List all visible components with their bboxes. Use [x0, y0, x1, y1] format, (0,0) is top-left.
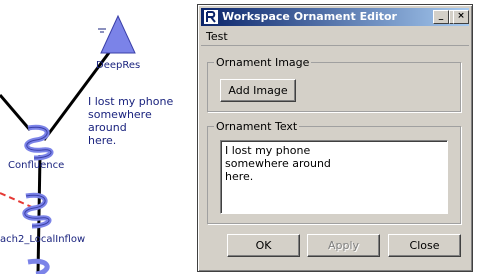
apply-button[interactable]: Apply	[307, 234, 380, 257]
ornament-image-legend: Ornament Image	[214, 56, 312, 69]
spiral-confluence-icon[interactable]	[24, 124, 54, 161]
close-button[interactable]: Close	[388, 234, 461, 257]
menu-test[interactable]: Test	[206, 30, 228, 43]
ornament-image-group: Ornament Image Add Image	[207, 56, 461, 112]
ornament-line: somewhere around	[88, 108, 152, 134]
close-icon[interactable]: ×	[453, 10, 469, 24]
dialog-title: Workspace Ornament Editor	[222, 10, 397, 23]
dialog-titlebar[interactable]: Workspace Ornament Editor _ □	[201, 8, 469, 26]
text-field-line: I lost my phone	[225, 144, 311, 157]
link-confluence-south[interactable]	[36, 154, 42, 274]
ornament-line: here.	[88, 134, 117, 147]
link-west-confluence[interactable]	[0, 94, 32, 131]
text-field-line: here.	[225, 170, 254, 183]
triangle-reservoir-icon[interactable]	[98, 14, 136, 54]
menu-bar: Test	[201, 28, 469, 46]
node-label-deepres: DeepRes	[96, 60, 141, 71]
ornament-text-field[interactable]: I lost my phone somewhere around here.	[220, 140, 448, 214]
app-icon	[204, 10, 218, 24]
ok-button[interactable]: OK	[227, 234, 300, 257]
ornament-editor-dialog: Workspace Ornament Editor _ □ × Test Orn…	[197, 4, 473, 272]
add-image-button[interactable]: Add Image	[220, 79, 296, 102]
minimize-icon[interactable]: _	[433, 10, 449, 24]
canvas-ornament-text[interactable]: I lost my phone somewhere around here.	[88, 95, 188, 147]
ornament-line: I lost my phone	[88, 95, 174, 108]
text-field-line: somewhere around	[225, 157, 331, 170]
node-label-confluence: Confluence	[8, 160, 65, 171]
spiral-localinflow-icon[interactable]	[22, 192, 52, 229]
node-label-localinflow: ach2_LocalInflow	[0, 234, 86, 245]
ornament-text-legend: Ornament Text	[214, 120, 300, 133]
